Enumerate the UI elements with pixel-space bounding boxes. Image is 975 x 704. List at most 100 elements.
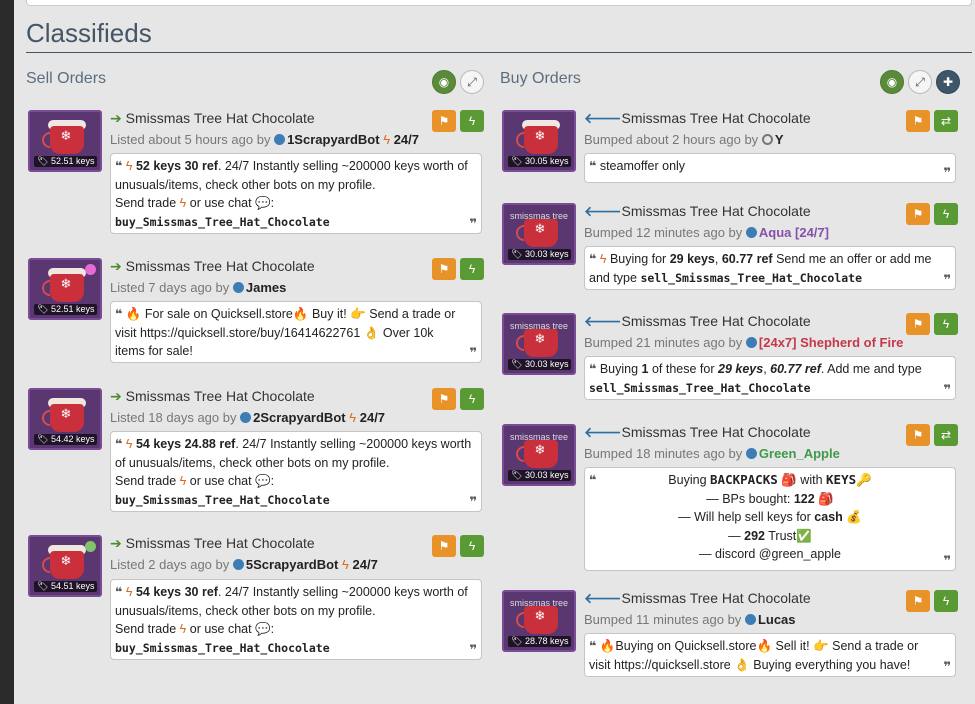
- top-panel: [26, 0, 972, 6]
- trade-offer-button[interactable]: ⇄: [934, 424, 958, 446]
- item-price: 🏷 30.03 keys: [508, 249, 572, 260]
- instant-trade-button[interactable]: ϟ: [460, 388, 484, 410]
- instant-trade-button[interactable]: ϟ: [460, 110, 484, 132]
- user-link[interactable]: Y: [775, 132, 784, 147]
- sell-orders-heading: Sell Orders: [26, 70, 107, 87]
- fire-icon: 🔥: [756, 639, 773, 653]
- quote-close-icon: ❞: [943, 552, 951, 568]
- buy-orders-controls: ◉ ⤢ ✚: [880, 70, 960, 94]
- backpack-icon: 🎒: [781, 473, 797, 487]
- item-thumbnail[interactable]: smissmas tree ❄ 🏷 30.03 keys: [502, 203, 576, 265]
- quote-close-icon: ❞: [943, 271, 951, 287]
- item-name[interactable]: 🡐Smissmas Tree Hat Chocolate: [584, 110, 811, 127]
- user-link[interactable]: Green_Apple: [759, 446, 840, 461]
- user-link[interactable]: Aqua [24/7]: [759, 225, 829, 240]
- flag-button[interactable]: ⚑: [906, 110, 930, 132]
- paint-dot: [85, 541, 96, 552]
- item-name[interactable]: ➔ Smissmas Tree Hat Chocolate: [110, 110, 315, 127]
- arrow-left-icon: 🡐: [584, 110, 622, 126]
- listing-meta: Bumped about 2 hours ago by Y: [584, 132, 784, 147]
- snowflake-icon: ❄: [60, 553, 72, 568]
- user-status-dot: [232, 282, 244, 293]
- add-icon[interactable]: ✚: [936, 70, 960, 94]
- instant-trade-button[interactable]: ϟ: [934, 590, 958, 612]
- point-right-icon: 👉: [350, 307, 366, 321]
- listing-description: ❝ ϟ 54 keys 30 ref. 24/7 Instantly selli…: [110, 579, 482, 660]
- listing-meta: Listed 7 days ago by James: [110, 280, 287, 295]
- lightning-icon: ϟ: [125, 437, 133, 451]
- item-name[interactable]: 🡐Smissmas Tree Hat Chocolate: [584, 313, 811, 330]
- arrow-left-icon: 🡐: [584, 313, 622, 329]
- quote-open-icon: ❝: [115, 159, 123, 173]
- quote-open-icon: ❝: [115, 307, 123, 321]
- item-thumbnail[interactable]: ❄ 🏷 52.51 keys: [28, 110, 102, 172]
- snowflake-icon: ❄: [60, 276, 72, 291]
- flag-button[interactable]: ⚑: [906, 424, 930, 446]
- quote-open-icon: ❝: [589, 252, 597, 266]
- item-thumbnail[interactable]: smissmas tree ❄ 🏷 30.03 keys: [502, 424, 576, 486]
- listing-meta: Bumped 12 minutes ago by Aqua [24/7]: [584, 225, 829, 240]
- eye-icon[interactable]: ◉: [432, 70, 456, 94]
- flag-button[interactable]: ⚑: [432, 388, 456, 410]
- flag-button[interactable]: ⚑: [906, 313, 930, 335]
- item-name[interactable]: 🡐Smissmas Tree Hat Chocolate: [584, 424, 811, 441]
- item-name[interactable]: 🡐Smissmas Tree Hat Chocolate: [584, 590, 811, 607]
- item-name[interactable]: ➔ Smissmas Tree Hat Chocolate: [110, 388, 315, 405]
- item-price: 🏷 28.78 keys: [508, 636, 572, 647]
- quote-open-icon: ❝: [589, 159, 597, 173]
- flag-button[interactable]: ⚑: [432, 110, 456, 132]
- item-price: 🏷 52.51 keys: [34, 304, 98, 315]
- user-link[interactable]: James: [246, 280, 286, 295]
- snowflake-icon: ❄: [534, 331, 546, 346]
- item-thumbnail[interactable]: smissmas tree ❄ 🏷 30.03 keys: [502, 313, 576, 375]
- listing-actions: ⚑ ϟ: [432, 535, 484, 557]
- quote-close-icon: ❞: [469, 215, 477, 231]
- item-thumbnail[interactable]: smissmas tree ❄ 🏷 28.78 keys: [502, 590, 576, 652]
- item-thumbnail[interactable]: ❄ 🏷 30.05 keys: [502, 110, 576, 172]
- item-name[interactable]: ➔ Smissmas Tree Hat Chocolate: [110, 535, 315, 552]
- listing-meta: Listed 2 days ago by 5ScrapyardBot ϟ 24/…: [110, 557, 378, 572]
- quote-close-icon: ❞: [469, 344, 477, 360]
- instant-trade-button[interactable]: ϟ: [934, 313, 958, 335]
- instant-trade-button[interactable]: ϟ: [460, 535, 484, 557]
- lightning-icon: ϟ: [179, 196, 187, 210]
- expand-icon[interactable]: ⤢: [460, 70, 484, 94]
- lightning-icon: ϟ: [341, 557, 349, 572]
- trade-command: sell_Smissmas_Tree_Hat_Chocolate: [589, 380, 811, 395]
- item-thumbnail[interactable]: ❄ 🏷 54.42 keys: [28, 388, 102, 450]
- item-thumbnail[interactable]: ❄ 🏷 52.51 keys: [28, 258, 102, 320]
- eye-icon[interactable]: ◉: [880, 70, 904, 94]
- item-thumbnail[interactable]: ❄ 🏷 54.51 keys: [28, 535, 102, 597]
- user-link[interactable]: 1ScrapyardBot: [287, 132, 379, 147]
- user-link[interactable]: 5ScrapyardBot: [246, 557, 338, 572]
- flag-button[interactable]: ⚑: [432, 258, 456, 280]
- quote-close-icon: ❞: [943, 381, 951, 397]
- item-name[interactable]: ➔ Smissmas Tree Hat Chocolate: [110, 258, 315, 275]
- user-link[interactable]: 2ScrapyardBot: [253, 410, 345, 425]
- trade-command: buy_Smissmas_Tree_Hat_Chocolate: [115, 214, 330, 229]
- instant-trade-button[interactable]: ϟ: [934, 203, 958, 225]
- user-link[interactable]: [24x7] Shepherd of Fire: [759, 335, 903, 350]
- lightning-icon: ϟ: [383, 132, 391, 147]
- trade-offer-button[interactable]: ⇄: [934, 110, 958, 132]
- item-name[interactable]: 🡐Smissmas Tree Hat Chocolate: [584, 203, 811, 220]
- listing-actions: ⚑ ⇄: [906, 424, 958, 446]
- check-icon: ✅: [796, 528, 812, 543]
- lightning-icon: ϟ: [125, 159, 133, 173]
- quote-open-icon: ❝: [589, 639, 597, 653]
- item-handle: [516, 225, 524, 241]
- flag-button[interactable]: ⚑: [906, 203, 930, 225]
- fire-icon: 🔥: [292, 307, 309, 321]
- user-status-dot: [232, 559, 244, 570]
- listing-description: ❝ steamoffer only ❞: [584, 153, 956, 183]
- instant-trade-button[interactable]: ϟ: [460, 258, 484, 280]
- user-link[interactable]: Lucas: [758, 612, 796, 627]
- item-handle: [516, 446, 524, 462]
- expand-icon[interactable]: ⤢: [908, 70, 932, 94]
- flag-button[interactable]: ⚑: [906, 590, 930, 612]
- title-divider: [26, 52, 972, 53]
- listing-actions: ⚑ ϟ: [432, 110, 484, 132]
- trade-command: sell_Smissmas_Tree_Hat_Chocolate: [640, 270, 863, 285]
- flag-button[interactable]: ⚑: [432, 535, 456, 557]
- lightning-icon: ϟ: [125, 585, 133, 599]
